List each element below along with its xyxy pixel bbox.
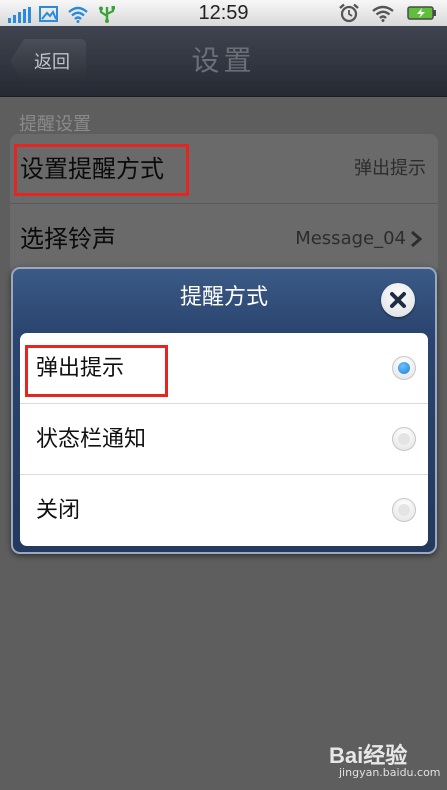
dialog-title: 提醒方式: [179, 285, 268, 310]
option-label: 关闭: [36, 498, 81, 523]
close-icon: [390, 292, 406, 308]
highlight-box-popup-option: [25, 345, 168, 397]
status-right-icons: [339, 3, 437, 23]
settings-row-ringtone[interactable]: 选择铃声 Message_04: [10, 204, 438, 274]
chevron-right-icon: [411, 230, 423, 248]
battery-charging-icon: [407, 6, 436, 20]
highlight-box-reminder-mode: [14, 144, 189, 196]
alarm-icon: [339, 3, 359, 23]
close-button[interactable]: [381, 283, 415, 317]
radio-button[interactable]: [392, 427, 416, 451]
settings-row-value: 弹出提示: [354, 158, 426, 179]
page-title: 设置: [191, 44, 256, 77]
radio-button[interactable]: [392, 498, 416, 522]
option-label: 状态栏通知: [36, 427, 147, 452]
section-header-reminder: 提醒设置: [19, 114, 91, 135]
radio-button-selected[interactable]: [392, 356, 416, 380]
option-status-bar-notification[interactable]: 状态栏通知: [20, 404, 428, 475]
nav-bar: 返回 设置: [0, 26, 447, 97]
watermark-url: jingyan.baidu.com: [339, 766, 441, 779]
settings-row-value: Message_04: [295, 228, 406, 249]
settings-row-label: 选择铃声: [20, 225, 116, 253]
baidu-jingyan-watermark: Bai经验 jingyan.baidu.com: [329, 738, 441, 782]
reminder-mode-dialog: 提醒方式 弹出提示 状态栏通知 关闭: [11, 267, 437, 554]
status-bar: 12:59: [0, 0, 447, 26]
wifi-icon: [372, 5, 394, 22]
option-off[interactable]: 关闭: [20, 475, 428, 546]
